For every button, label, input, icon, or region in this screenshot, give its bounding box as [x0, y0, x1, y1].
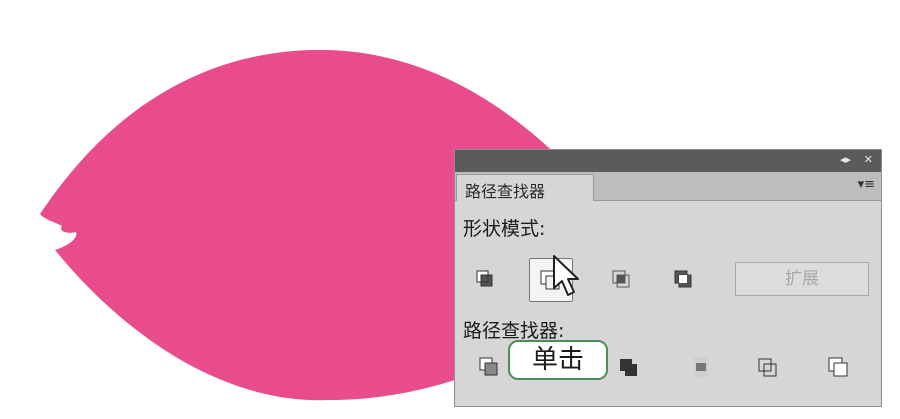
click-callout-label: 单击 [508, 340, 608, 380]
outline-icon[interactable] [751, 350, 785, 384]
panel-menu-icon[interactable]: ▾≡ [858, 177, 875, 192]
divide-icon[interactable] [473, 350, 507, 384]
minus-back-icon[interactable] [821, 350, 855, 384]
unite-icon[interactable] [469, 262, 503, 296]
panel-titlebar: ◂▸ ✕ [455, 150, 881, 172]
expand-button[interactable]: 扩展 [735, 262, 869, 296]
mouse-cursor-icon [553, 255, 579, 296]
close-icon[interactable]: ✕ [864, 153, 873, 167]
pathfinders-label: 路径查找器: [463, 320, 565, 342]
panel-tabstrip: 路径查找器 ▾≡ [455, 172, 881, 201]
tab-pathfinder[interactable]: 路径查找器 [456, 174, 594, 201]
collapse-icon[interactable]: ◂▸ [840, 153, 851, 167]
merge-icon[interactable] [613, 350, 647, 384]
exclude-icon[interactable] [667, 262, 701, 296]
crop-icon[interactable] [685, 350, 719, 384]
intersect-icon[interactable] [605, 262, 639, 296]
shape-modes-label: 形状模式: [463, 218, 546, 240]
